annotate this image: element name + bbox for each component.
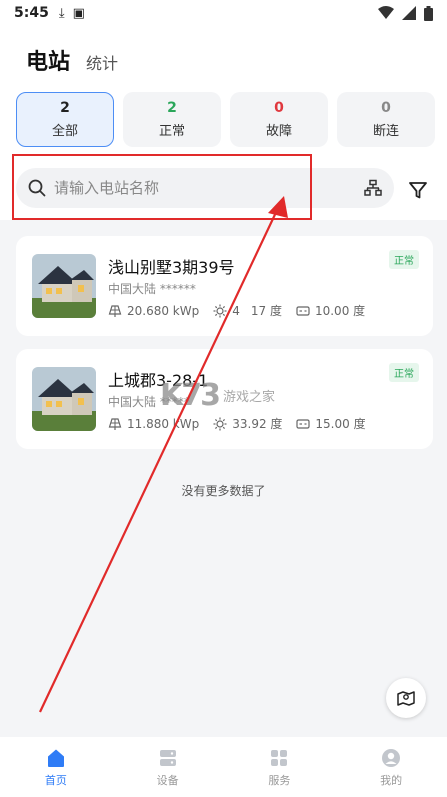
- solar-panel-icon: [108, 417, 122, 430]
- station-thumbnail: [32, 254, 96, 318]
- filter-icon: [409, 182, 427, 199]
- filter-fault[interactable]: 0 故障: [230, 92, 328, 147]
- filter-fault-count: 0: [274, 100, 284, 116]
- filter-offline-count: 0: [381, 100, 391, 116]
- capacity-stat: 20.680 kWp: [108, 304, 199, 318]
- wifi-icon: [378, 6, 394, 19]
- filter-offline[interactable]: 0 断连: [337, 92, 435, 147]
- energy-value: 4: [232, 303, 240, 318]
- filter-normal-label: 正常: [158, 124, 185, 139]
- filter-button[interactable]: [404, 176, 432, 204]
- status-badge: 正常: [389, 363, 419, 382]
- status-time: 5:45: [14, 5, 49, 21]
- watermark-logo-icon: K73: [160, 378, 221, 413]
- today-stat: 15.00 度: [296, 415, 366, 432]
- app-notification-icon: ▣: [72, 5, 85, 21]
- status-filter-group: 2 全部 2 正常 0 故障 0 断连: [16, 92, 435, 147]
- station-stats: 20.680 kWp 4 17 度 10.00 度: [108, 302, 365, 319]
- home-icon: [47, 749, 64, 767]
- filter-all-count: 2: [60, 100, 70, 116]
- station-card[interactable]: 浅山别墅3期39号 中国大陆 ****** 20.680 kWp 4 17 度 1…: [16, 236, 433, 336]
- filter-all[interactable]: 2 全部: [16, 92, 114, 147]
- sun-icon: [213, 417, 227, 430]
- tab-devices[interactable]: 设备: [112, 737, 224, 797]
- tab-stations[interactable]: 电站: [26, 44, 70, 76]
- service-grid-icon: [271, 749, 288, 766]
- map-button[interactable]: [386, 678, 426, 718]
- today-value: 15.00 度: [315, 417, 366, 431]
- battery-meter-icon: [296, 418, 311, 429]
- today-stat: 10.00 度: [296, 302, 365, 319]
- battery-meter-icon: [296, 305, 310, 316]
- tab-mine-label: 我的: [380, 773, 403, 787]
- station-name: 浅山别墅3期39号: [108, 258, 235, 277]
- battery-icon: [424, 5, 433, 21]
- filter-normal[interactable]: 2 正常: [123, 92, 221, 147]
- header: 电站 统计 2 全部 2 正常 0 故障 0 断连: [0, 26, 447, 220]
- tab-service[interactable]: 服务: [224, 737, 336, 797]
- top-tabs: 电站 统计: [26, 44, 118, 76]
- capacity-stat: 11.880 kWp: [108, 417, 199, 431]
- station-thumbnail: [32, 367, 96, 431]
- energy-stat: 33.92 度: [213, 415, 282, 432]
- sun-icon: [213, 304, 227, 317]
- bottom-tab-bar: 首页 设备 服务 我的: [0, 737, 447, 797]
- tab-statistics[interactable]: 统计: [86, 50, 118, 74]
- signal-icon: [402, 6, 416, 20]
- status-badge: 正常: [389, 250, 419, 269]
- download-icon: ⤓: [58, 5, 65, 21]
- tab-home[interactable]: 首页: [0, 737, 112, 797]
- filter-fault-label: 故障: [265, 124, 292, 139]
- status-bar: 5:45 ⤓ ▣: [0, 0, 447, 26]
- tab-devices-label: 设备: [156, 773, 179, 787]
- tab-mine[interactable]: 我的: [335, 737, 447, 797]
- station-stats: 11.880 kWp 33.92 度 15.00 度: [108, 415, 366, 432]
- capacity-value: 20.680 kWp: [127, 303, 200, 318]
- energy-stat: 4 17 度: [213, 302, 282, 319]
- search-input[interactable]: [54, 179, 364, 197]
- tab-service-label: 服务: [268, 773, 291, 787]
- map-location-icon: [397, 691, 415, 706]
- search-bar[interactable]: [16, 168, 394, 208]
- filter-all-label: 全部: [51, 124, 78, 139]
- watermark: K73 游戏之家: [160, 378, 275, 413]
- today-value: 10.00 度: [314, 304, 366, 318]
- energy-value: 33.92 度: [232, 417, 283, 431]
- energy-value-suffix: 17 度: [250, 304, 282, 318]
- capacity-value: 11.880 kWp: [127, 416, 200, 431]
- station-region: 中国大陆 ******: [108, 282, 196, 296]
- search-icon: [28, 179, 46, 197]
- device-icon: [159, 749, 176, 766]
- filter-normal-count: 2: [167, 100, 177, 116]
- solar-panel-icon: [108, 304, 122, 317]
- filter-offline-label: 断连: [372, 124, 399, 139]
- profile-icon: [382, 748, 401, 767]
- list-end-text: 没有更多数据了: [181, 484, 266, 498]
- watermark-text: 游戏之家: [223, 390, 276, 405]
- tab-home-label: 首页: [44, 773, 67, 787]
- station-group-icon[interactable]: [364, 179, 382, 197]
